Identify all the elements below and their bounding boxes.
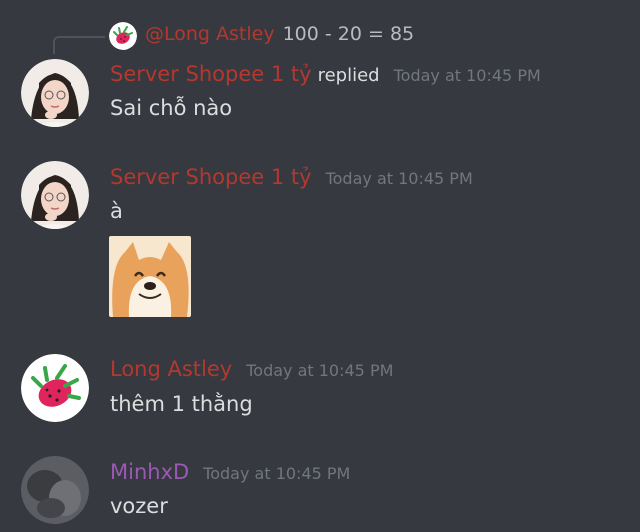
- username[interactable]: Server Shopee 1 tỷ: [110, 165, 312, 189]
- reply-connector-line: [53, 36, 105, 54]
- replied-label: replied: [317, 65, 380, 86]
- username[interactable]: Long Astley: [110, 357, 232, 381]
- timestamp: Today at 10:45 PM: [246, 361, 394, 380]
- message-content: vozer: [110, 494, 168, 518]
- timestamp: Today at 10:45 PM: [203, 464, 351, 483]
- reply-preview-text: 100 - 20 = 85: [282, 23, 415, 45]
- reply-preview[interactable]: @Long Astley 100 - 20 = 85: [145, 23, 414, 45]
- reply-author-mention[interactable]: @Long Astley: [145, 23, 275, 45]
- timestamp: Today at 10:45 PM: [393, 66, 541, 85]
- timestamp: Today at 10:45 PM: [325, 169, 473, 188]
- message-content: à: [110, 199, 123, 223]
- dragon-fruit-icon[interactable]: [109, 22, 137, 50]
- dragon-fruit-icon[interactable]: [21, 354, 89, 422]
- username[interactable]: Server Shopee 1 tỷ: [110, 62, 312, 86]
- message-content: thêm 1 thằng: [110, 392, 253, 416]
- user-avatar[interactable]: [21, 456, 89, 524]
- user-avatar[interactable]: [21, 161, 89, 229]
- shiba-dog-sticker[interactable]: [109, 236, 191, 317]
- user-avatar[interactable]: [21, 59, 89, 127]
- chat-message-list: @Long Astley 100 - 20 = 85 Server Shopee…: [0, 0, 640, 532]
- username[interactable]: MinhxD: [110, 460, 189, 484]
- message-content: Sai chỗ nào: [110, 96, 233, 120]
